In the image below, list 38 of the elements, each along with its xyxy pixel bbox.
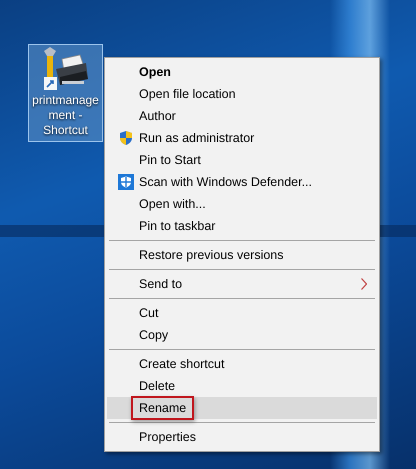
desktop-shortcut[interactable]: printmanagement - Shortcut bbox=[28, 44, 103, 142]
menu-item-label: Open bbox=[139, 64, 171, 81]
menu-item-label: Delete bbox=[139, 378, 176, 395]
menu-item[interactable]: Open bbox=[107, 61, 377, 83]
chevron-right-icon bbox=[361, 278, 367, 290]
menu-item[interactable]: Copy bbox=[107, 324, 377, 346]
menu-item[interactable]: Open file location bbox=[107, 83, 377, 105]
menu-item-label: Run as administrator bbox=[139, 130, 254, 147]
menu-item-label: Scan with Windows Defender... bbox=[139, 174, 312, 191]
menu-item[interactable]: Author bbox=[107, 105, 377, 127]
menu-item-label: Pin to Start bbox=[139, 152, 201, 169]
shortcut-label: printmanagement - Shortcut bbox=[31, 93, 100, 138]
shield-icon bbox=[118, 174, 134, 190]
menu-item[interactable]: Pin to taskbar bbox=[107, 215, 377, 237]
menu-item[interactable]: Create shortcut bbox=[107, 353, 377, 375]
menu-item[interactable]: Send to bbox=[107, 273, 377, 295]
menu-item[interactable]: Scan with Windows Defender... bbox=[107, 171, 377, 193]
shield-icon bbox=[118, 130, 134, 146]
menu-item[interactable]: Run as administrator bbox=[107, 127, 377, 149]
menu-item-label: Copy bbox=[139, 326, 168, 344]
menu-item-label: Open with... bbox=[139, 196, 206, 213]
menu-item-label: Create shortcut bbox=[139, 356, 224, 373]
menu-item-label: Cut bbox=[139, 304, 158, 322]
menu-item-label: Restore previous versions bbox=[139, 246, 284, 264]
menu-item[interactable]: Restore previous versions bbox=[107, 244, 377, 266]
menu-item-label: Open file location bbox=[139, 86, 236, 103]
menu-item[interactable]: Open with... bbox=[107, 193, 377, 215]
printer-icon bbox=[42, 47, 90, 93]
menu-item[interactable]: Properties bbox=[107, 426, 377, 448]
menu-item[interactable]: Pin to Start bbox=[107, 149, 377, 171]
menu-item-label: Rename bbox=[131, 396, 194, 420]
menu-item[interactable]: Cut bbox=[107, 302, 377, 324]
menu-item-label: Properties bbox=[139, 428, 196, 446]
menu-item[interactable]: Rename bbox=[107, 397, 377, 419]
menu-item-label: Pin to taskbar bbox=[139, 218, 216, 235]
menu-item[interactable]: Delete bbox=[107, 375, 377, 397]
menu-item-label: Author bbox=[139, 108, 176, 125]
menu-item-label: Send to bbox=[139, 276, 182, 293]
